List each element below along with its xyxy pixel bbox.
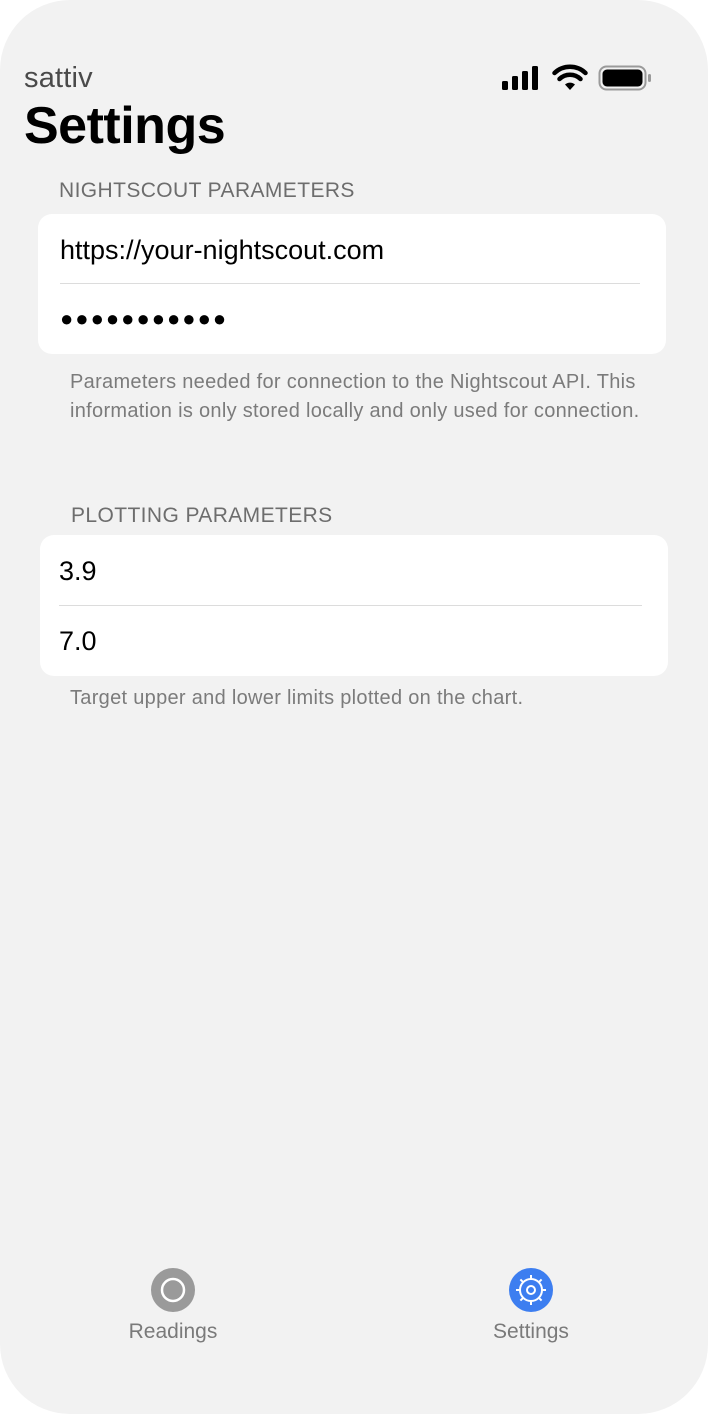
status-bar: sattiv — [0, 0, 708, 110]
plotting-parameters-card — [40, 535, 668, 676]
tab-settings-label: Settings — [493, 1320, 569, 1343]
gear-icon — [509, 1268, 553, 1312]
plotting-section-header: PLOTTING PARAMETERS — [71, 504, 333, 527]
plotting-section-footer: Target upper and lower limits plotted on… — [70, 687, 524, 709]
lower-limit-field[interactable] — [59, 553, 642, 589]
tab-settings[interactable]: Settings — [451, 1262, 611, 1352]
field-divider — [59, 605, 642, 606]
nightscout-section-footer: Parameters needed for connection to the … — [70, 371, 640, 422]
nightscout-parameters-card: ●●●●●●●●●●● — [38, 214, 666, 354]
battery-full-icon — [598, 65, 651, 91]
circle-icon — [151, 1268, 195, 1312]
carrier-name: sattiv — [24, 62, 93, 94]
cellular-signal-icon — [502, 66, 538, 90]
tab-readings[interactable]: Readings — [93, 1262, 253, 1352]
wifi-icon — [552, 64, 588, 90]
upper-limit-field[interactable] — [59, 623, 642, 659]
field-divider — [60, 283, 640, 284]
phone-screen: sattiv Settings NIGHTSCOUT PARAMETERS ●●… — [0, 0, 708, 1414]
nightscout-section-header: NIGHTSCOUT PARAMETERS — [59, 179, 355, 202]
nightscout-token-field[interactable]: ●●●●●●●●●●● — [60, 306, 640, 342]
tab-readings-label: Readings — [128, 1320, 218, 1343]
nightscout-url-field[interactable] — [60, 232, 640, 268]
page-title: Settings — [24, 97, 226, 155]
